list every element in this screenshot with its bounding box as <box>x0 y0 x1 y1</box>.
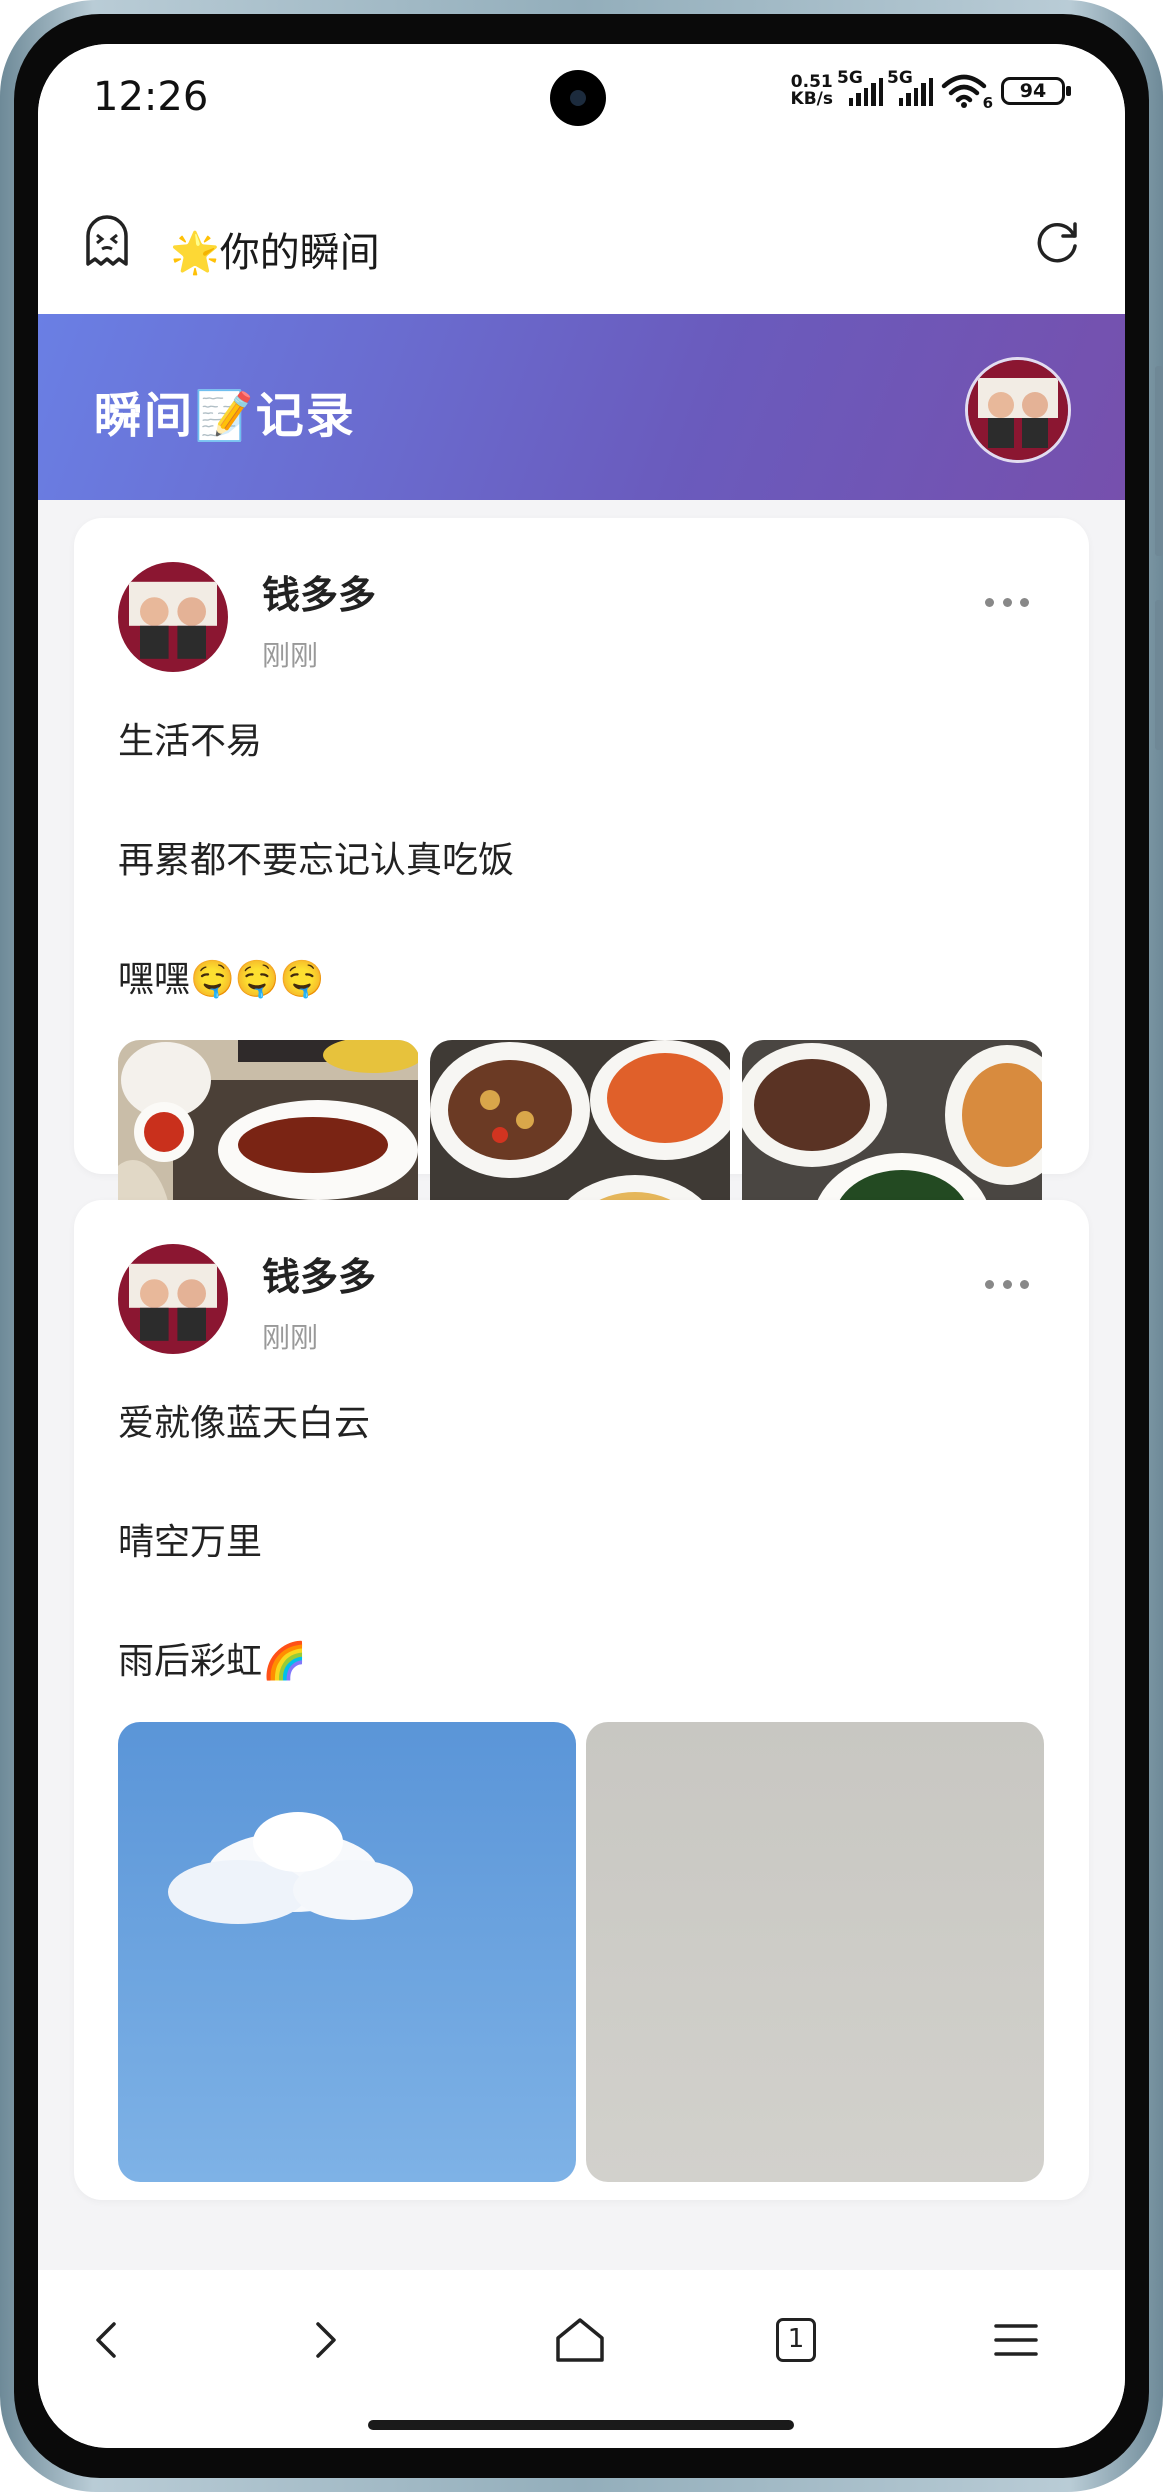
more-icon[interactable] <box>985 1280 1029 1290</box>
sim1-label: 5G <box>837 68 863 88</box>
refresh-icon[interactable] <box>1031 216 1083 268</box>
ghost-icon[interactable] <box>80 214 134 268</box>
post-text-line: 再累都不要忘记认真吃饭 <box>118 840 515 881</box>
post-card: 钱多多 刚刚 爱就像蓝天白云 晴空万里 雨后彩虹🌈 <box>74 1200 1089 2200</box>
power-button <box>1155 600 1163 750</box>
home-icon[interactable] <box>550 2310 610 2370</box>
header-avatar[interactable] <box>965 357 1071 463</box>
battery-icon: 94 <box>1001 77 1071 105</box>
signal-icon-2: 5G <box>887 68 934 106</box>
status-bar: 12:26 0.51 KB/s 5G 5G 6 94 <box>38 44 1125 164</box>
post-text-line: 嘿嘿🤤🤤🤤 <box>118 959 325 1000</box>
sim2-label: 5G <box>887 68 913 88</box>
page-header: 瞬间📝记录 <box>38 314 1125 500</box>
menu-icon[interactable] <box>986 2310 1046 2370</box>
gesture-bar <box>368 2420 794 2430</box>
app-title: 🌟你的瞬间 <box>170 230 380 276</box>
sky-photo[interactable] <box>118 1722 576 2182</box>
signal-icon: 5G <box>837 68 884 106</box>
wifi-icon: 6 <box>941 74 993 112</box>
forward-icon[interactable] <box>294 2310 354 2370</box>
volume-button <box>1155 366 1163 556</box>
post-text-line: 雨后彩虹🌈 <box>118 1641 307 1682</box>
status-time: 12:26 <box>93 74 209 120</box>
grey-photo[interactable] <box>586 1722 1044 2182</box>
phone-frame: 12:26 0.51 KB/s 5G 5G 6 94 🌟你的瞬间 瞬间📝记录 钱… <box>0 0 1163 2492</box>
tabs-button[interactable]: 1 <box>766 2310 826 2370</box>
front-camera <box>550 70 606 126</box>
post-time: 刚刚 <box>262 1321 319 1354</box>
avatar[interactable] <box>118 1244 228 1354</box>
bottom-nav: 1 <box>38 2270 1125 2448</box>
post-author[interactable]: 钱多多 <box>262 564 376 619</box>
page-title: 瞬间📝记录 <box>94 388 356 444</box>
post-text-line: 晴空万里 <box>118 1522 263 1563</box>
status-icons: 0.51 KB/s 5G 5G 6 94 <box>791 68 1071 112</box>
photo-grid <box>118 1722 1044 2182</box>
net-speed-unit: KB/s <box>790 89 833 109</box>
app-bar: 🌟你的瞬间 <box>38 164 1125 314</box>
back-icon[interactable] <box>78 2310 138 2370</box>
tabs-icon: 1 <box>776 2318 816 2362</box>
avatar[interactable] <box>118 562 228 672</box>
post-text-line: 生活不易 <box>118 721 263 762</box>
wifi-label: 6 <box>982 94 993 112</box>
post-time: 刚刚 <box>262 639 319 672</box>
more-icon[interactable] <box>985 598 1029 608</box>
net-speed: 0.51 KB/s <box>791 74 833 108</box>
post-card: 钱多多 刚刚 生活不易 再累都不要忘记认真吃饭 嘿嘿🤤🤤🤤 <box>74 518 1089 1522</box>
post-author[interactable]: 钱多多 <box>262 1246 376 1301</box>
screen: 12:26 0.51 KB/s 5G 5G 6 94 🌟你的瞬间 瞬间📝记录 钱… <box>38 44 1125 2448</box>
post-text-line: 爱就像蓝天白云 <box>118 1403 371 1444</box>
